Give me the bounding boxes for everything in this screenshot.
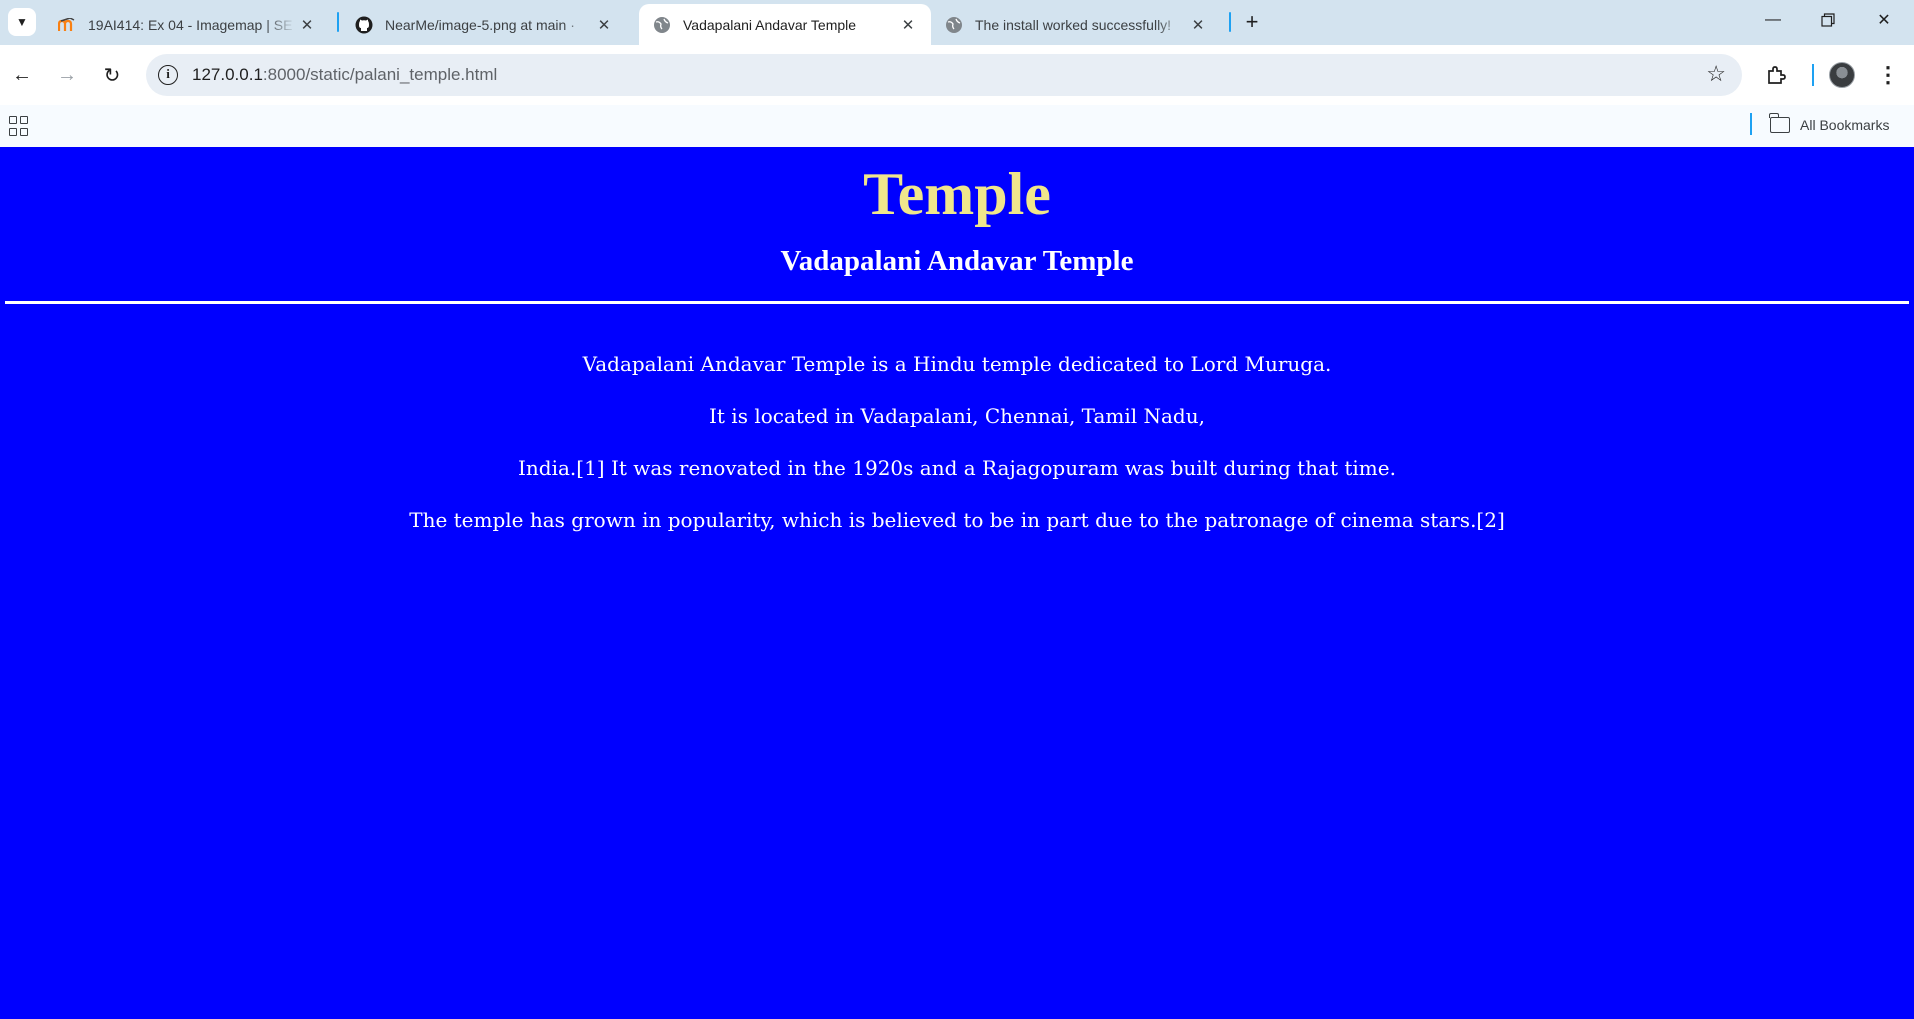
tab-separator bbox=[337, 12, 339, 32]
address-bar[interactable]: i 127.0.0.1:8000/static/palani_temple.ht… bbox=[146, 54, 1742, 96]
close-icon[interactable]: ✕ bbox=[296, 14, 318, 36]
bookmarks-separator bbox=[1750, 113, 1752, 135]
folder-icon bbox=[1769, 113, 1790, 133]
tab-install[interactable]: The install worked successfully! ✕ bbox=[931, 4, 1221, 45]
forward-button[interactable]: → bbox=[49, 57, 85, 93]
restore-button[interactable] bbox=[1801, 0, 1855, 40]
arrow-left-icon: ← bbox=[12, 63, 32, 86]
close-icon[interactable]: ✕ bbox=[1187, 14, 1209, 36]
url-text[interactable]: 127.0.0.1:8000/static/palani_temple.html bbox=[192, 65, 497, 85]
tab-imagemap[interactable]: 19AI414: Ex 04 - Imagemap | SE ✕ bbox=[44, 4, 330, 45]
paragraph: The temple has grown in popularity, whic… bbox=[409, 508, 1505, 532]
tab-title: The install worked successfully! bbox=[975, 16, 1172, 33]
page-subheading: Vadapalani Andavar Temple bbox=[780, 245, 1134, 277]
avatar bbox=[1829, 62, 1855, 88]
tab-temple[interactable]: Vadapalani Andavar Temple ✕ bbox=[639, 4, 931, 45]
github-icon bbox=[355, 16, 373, 34]
all-bookmarks-label: All Bookmarks bbox=[1800, 117, 1890, 133]
new-tab-button[interactable]: + bbox=[1238, 8, 1266, 36]
close-icon[interactable]: ✕ bbox=[897, 14, 919, 36]
paragraph: India.[1] It was renovated in the 1920s … bbox=[518, 456, 1396, 480]
plus-icon: + bbox=[1245, 9, 1259, 34]
globe-icon bbox=[945, 16, 963, 34]
chevron-down-icon: ▼ bbox=[16, 15, 28, 29]
bookmark-star-icon[interactable]: ☆ bbox=[1706, 62, 1726, 86]
paragraph: It is located in Vadapalani, Chennai, Ta… bbox=[709, 404, 1205, 428]
tab-title: 19AI414: Ex 04 - Imagemap | SE bbox=[88, 16, 293, 33]
url-path: :8000/static/palani_temple.html bbox=[262, 65, 498, 84]
reload-button[interactable]: ↻ bbox=[94, 57, 130, 93]
extensions-button[interactable] bbox=[1758, 57, 1794, 93]
close-icon: ✕ bbox=[1877, 12, 1891, 29]
apps-grid-icon[interactable] bbox=[8, 115, 30, 137]
minimize-button[interactable]: — bbox=[1746, 0, 1800, 40]
close-window-button[interactable]: ✕ bbox=[1857, 0, 1911, 40]
all-bookmarks-button[interactable]: All Bookmarks bbox=[1769, 111, 1890, 139]
browser-toolbar: ← → ↻ i 127.0.0.1:8000/static/palani_tem… bbox=[0, 45, 1914, 105]
menu-button[interactable]: ⋮ bbox=[1870, 57, 1906, 93]
tab-title: Vadapalani Andavar Temple bbox=[683, 16, 857, 33]
toolbar-separator bbox=[1808, 57, 1818, 93]
bookmarks-bar: All Bookmarks bbox=[0, 105, 1914, 147]
profile-button[interactable] bbox=[1824, 57, 1860, 93]
paragraph: Vadapalani Andavar Temple is a Hindu tem… bbox=[582, 352, 1332, 376]
page-heading: Temple bbox=[863, 161, 1051, 227]
site-info-icon[interactable]: i bbox=[158, 65, 178, 85]
arrow-right-icon: → bbox=[57, 63, 77, 86]
tab-separator bbox=[1229, 12, 1231, 32]
restore-icon bbox=[1821, 13, 1835, 27]
reload-icon: ↻ bbox=[103, 64, 121, 87]
tab-search-button[interactable]: ▼ bbox=[8, 8, 36, 36]
tab-strip: ▼ 19AI414: Ex 04 - Imagemap | SE ✕ NearM… bbox=[0, 0, 1914, 45]
horizontal-rule bbox=[5, 301, 1909, 304]
close-icon[interactable]: ✕ bbox=[593, 14, 615, 36]
back-button[interactable]: ← bbox=[4, 57, 40, 93]
page-content: Temple Vadapalani Andavar Temple Vadapal… bbox=[0, 147, 1914, 1019]
moodle-icon bbox=[58, 16, 76, 34]
puzzle-icon bbox=[1768, 66, 1786, 84]
tab-github[interactable]: NearMe/image-5.png at main · ✕ bbox=[341, 4, 627, 45]
more-vert-icon: ⋮ bbox=[1877, 62, 1899, 87]
url-host: 127.0.0.1 bbox=[192, 65, 263, 84]
minimize-icon: — bbox=[1765, 11, 1781, 28]
tab-title: NearMe/image-5.png at main · bbox=[385, 16, 575, 33]
globe-icon bbox=[653, 16, 671, 34]
